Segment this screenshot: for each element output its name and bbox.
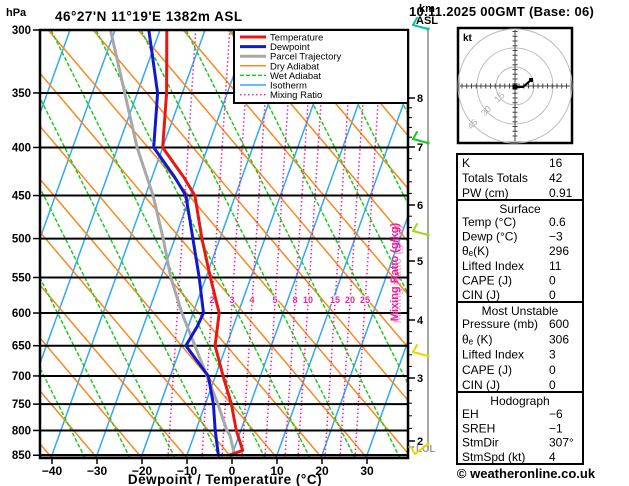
wind-barb <box>412 344 418 353</box>
hodograph-end-marker <box>529 78 533 82</box>
legend: TemperatureDewpointParcel TrajectoryDry … <box>233 29 409 104</box>
pressure-tick-label: 700 <box>12 371 31 383</box>
stats-row-label: Pressure (mb) <box>462 317 538 331</box>
km-tick-label: 8 <box>417 93 423 105</box>
mixing-ratio-axis-label: Mixing Ratio (g/kg) <box>389 222 401 321</box>
pressure-tick-label: 750 <box>12 399 31 411</box>
stats-row-label: Dewp (°C) <box>462 230 517 244</box>
stats-row-value: 42 <box>549 171 563 185</box>
mixing-ratio-value-label: 15 <box>330 295 340 305</box>
stats-section-header: Surface <box>499 202 541 216</box>
date-title: 10.11.2025 00GMT (Base: 06) <box>409 4 594 19</box>
wind-barb-base <box>426 141 430 145</box>
stats-row-value: 600 <box>549 317 569 331</box>
stats-row-value: −3 <box>549 230 563 244</box>
stats-row-label: Lifted Index <box>462 259 524 273</box>
mixing-ratio-value-label: 10 <box>303 295 313 305</box>
wind-barb <box>410 446 416 455</box>
station-title: 46°27'N 11°19'E 1382m ASL <box>55 9 243 24</box>
km-tick-label: 5 <box>417 256 423 268</box>
stats-row-value: −1 <box>549 421 563 435</box>
mixing-ratio-value-label: 8 <box>292 295 297 305</box>
stats-row-label: CAPE (J) <box>462 363 512 377</box>
copyright: © weatheronline.co.uk <box>457 466 596 481</box>
pressure-unit-label: hPa <box>6 7 27 19</box>
wind-barb-staff <box>410 17 430 455</box>
stats-tables: K 16 Totals Totals 42 PW (cm) 0.91 SurfaceTemp… <box>456 153 584 465</box>
mixing-ratio-value-label: 25 <box>360 295 370 305</box>
stats-row-label: CIN (J) <box>462 378 500 392</box>
stats-row-label: θₑ (K) <box>462 332 492 346</box>
pressure-tick-label: 300 <box>12 25 31 37</box>
mixing-ratio-value-label: 20 <box>345 295 355 305</box>
sounding-page: hPa 46°27'N 11°19'E 1382m ASL km ASL 10.… <box>0 0 629 486</box>
stats-row-label: CAPE (J) <box>462 273 512 287</box>
stats-row-value: 0 <box>549 288 556 302</box>
stats-row-value: 0 <box>549 273 556 287</box>
km-tick-label: 6 <box>417 200 423 212</box>
stats-section-header: Hodograph <box>490 394 549 408</box>
stats-row-value: 306 <box>549 332 569 346</box>
hodograph-unit-label: kt <box>463 33 473 44</box>
pressure-tick-label: 850 <box>12 450 31 462</box>
stats-row-label: Lifted Index <box>462 348 524 362</box>
pressure-tick-label: 450 <box>12 191 31 203</box>
km-tick-label: 7 <box>417 142 423 154</box>
dry-adiabat-line <box>0 30 7 458</box>
stats-row-label: StmSpd (kt) <box>462 450 525 464</box>
stats-row-label: StmDir <box>462 436 499 450</box>
wind-barb <box>412 230 429 236</box>
pressure-tick-label: 800 <box>12 425 31 437</box>
legend-label: Mixing Ratio <box>270 90 322 101</box>
pressure-tick-label: 350 <box>12 88 31 100</box>
wind-barb <box>412 223 418 232</box>
pressure-tick-label: 650 <box>12 341 31 353</box>
hodograph: 153045 kt <box>456 26 574 145</box>
mixing-ratio-value-label: 3 <box>229 295 234 305</box>
wind-barb <box>412 131 418 140</box>
skewt-chart: hPa 46°27'N 11°19'E 1382m ASL km ASL 10.… <box>0 3 596 486</box>
stats-row-value: 4 <box>549 450 556 464</box>
stats-row-label: θₑ(K) <box>462 244 489 258</box>
hodograph-origin-marker <box>512 84 518 90</box>
wind-barb-base <box>426 354 430 358</box>
wind-barb-base <box>426 442 430 446</box>
temp-tick-label: −40 <box>42 464 63 478</box>
wind-barb-base <box>426 27 430 31</box>
stats-section-header: Most Unstable <box>482 304 559 318</box>
stats-row-value: 0.91 <box>549 186 573 200</box>
temp-tick-label: −30 <box>87 464 108 478</box>
stats-row-value: 296 <box>549 244 569 258</box>
stats-row-value: 3 <box>549 348 556 362</box>
stats-row-value: 0 <box>549 363 556 377</box>
stats-row-value: 11 <box>549 259 562 273</box>
pressure-tick-label: 400 <box>12 142 31 154</box>
wind-barb <box>412 351 429 357</box>
stats-row-value: −6 <box>549 407 563 421</box>
mixing-ratio-value-label: 5 <box>272 295 277 305</box>
wind-barb-base <box>426 233 430 237</box>
stats-row-value: 16 <box>549 156 563 170</box>
stats-row-label: Totals Totals <box>462 171 528 185</box>
km-tick-label: 3 <box>417 373 423 385</box>
stats-row-label: K <box>462 156 470 170</box>
stats-row-label: PW (cm) <box>462 186 509 200</box>
pressure-tick-label: 500 <box>12 234 31 246</box>
stats-row-value: 0 <box>549 378 556 392</box>
stats-row-value: 0.6 <box>549 215 566 229</box>
pressure-tick-label: 600 <box>12 308 31 320</box>
stats-row-label: Temp (°C) <box>462 215 516 229</box>
mixing-ratio-value-label: 4 <box>249 295 254 305</box>
temp-tick-label: 30 <box>360 464 374 478</box>
stats-row-label: SREH <box>462 421 495 435</box>
pressure-tick-label: 550 <box>12 272 31 284</box>
km-tick-label: 4 <box>417 315 424 327</box>
stats-row-label: CIN (J) <box>462 288 500 302</box>
stats-row-value: 307° <box>549 436 574 450</box>
x-axis-title: Dewpoint / Temperature (°C) <box>128 472 322 486</box>
stats-row-label: EH <box>462 407 479 421</box>
